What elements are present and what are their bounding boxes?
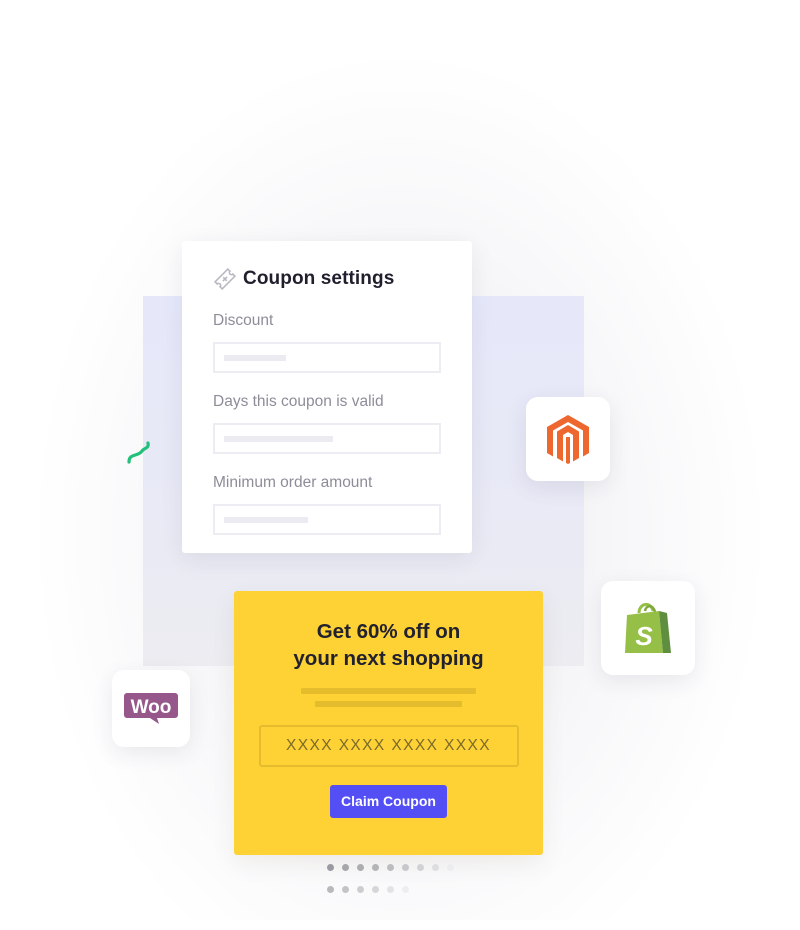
dot — [372, 864, 379, 871]
text-placeholder-line — [301, 688, 476, 694]
dot — [327, 864, 334, 871]
promo-headline-line2: your next shopping — [293, 647, 484, 670]
magento-logo-icon — [547, 415, 589, 464]
coupon-popup: Get 60% off on your next shopping XXXX X… — [234, 591, 543, 855]
woo-text: Woo — [131, 697, 172, 718]
dot — [342, 864, 349, 871]
ticket-icon — [213, 268, 237, 290]
text-placeholder-line — [315, 701, 462, 707]
input-placeholder-bar — [224, 517, 308, 523]
dot — [357, 864, 364, 871]
woocommerce-tile[interactable]: Woo — [112, 670, 190, 747]
dot — [402, 886, 409, 893]
dot — [417, 864, 424, 871]
input-placeholder-bar — [224, 436, 333, 442]
days-valid-label: Days this coupon is valid — [213, 393, 384, 410]
days-valid-input[interactable] — [213, 423, 441, 454]
dot — [447, 864, 454, 871]
claim-coupon-button[interactable]: Claim Coupon — [330, 785, 447, 818]
dot — [342, 886, 349, 893]
svg-text:S: S — [635, 621, 653, 651]
dot — [357, 886, 364, 893]
dot — [327, 886, 334, 893]
coupon-code-field[interactable]: XXXX XXXX XXXX XXXX — [258, 725, 519, 767]
shopify-logo-icon: S — [625, 603, 671, 653]
squiggle-decoration-icon — [127, 441, 150, 464]
dot — [372, 886, 379, 893]
minimum-order-input[interactable] — [213, 504, 441, 535]
coupon-settings-card: Coupon settings Discount Days this coupo… — [182, 241, 472, 553]
promo-headline-line1: Get 60% off on — [316, 620, 461, 643]
dot — [387, 886, 394, 893]
input-placeholder-bar — [224, 355, 286, 361]
dot-pattern-row-2 — [327, 886, 409, 893]
woocommerce-logo-icon: Woo — [124, 692, 178, 724]
card-header: Coupon settings — [213, 267, 441, 291]
dot-pattern-row-1 — [327, 864, 454, 871]
dot — [402, 864, 409, 871]
magento-tile[interactable] — [526, 397, 610, 481]
discount-label: Discount — [213, 312, 274, 329]
dot — [387, 864, 394, 871]
card-title: Coupon settings — [243, 268, 395, 289]
minimum-order-label: Minimum order amount — [213, 474, 373, 491]
discount-input[interactable] — [213, 342, 441, 373]
shopify-tile[interactable]: S — [601, 581, 695, 675]
promo-headline: Get 60% off on your next shopping — [234, 618, 543, 672]
coupon-code-text: XXXX XXXX XXXX XXXX — [286, 737, 491, 754]
dot — [432, 864, 439, 871]
